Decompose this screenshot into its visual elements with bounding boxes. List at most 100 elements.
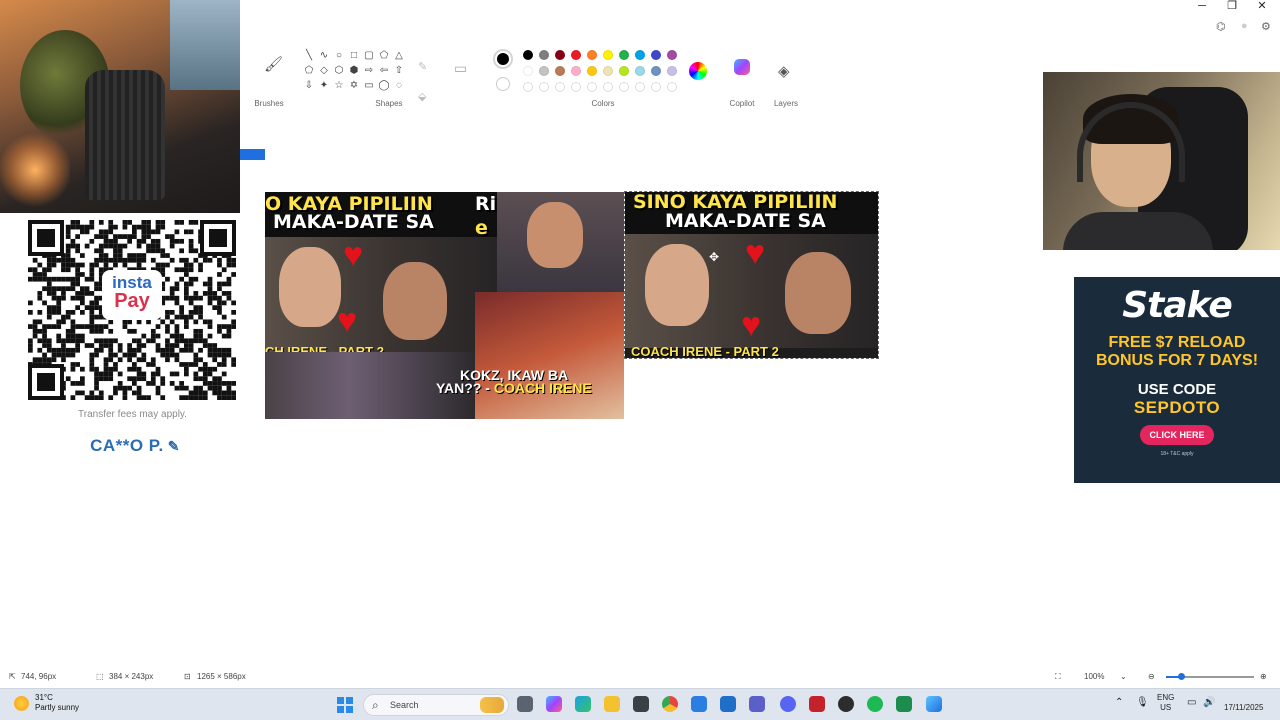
- color-swatch[interactable]: [635, 50, 645, 60]
- shape-item[interactable]: ⬠: [302, 63, 316, 78]
- shape-item[interactable]: ◯: [377, 78, 391, 93]
- color-swatch[interactable]: [587, 66, 597, 76]
- color-swatch[interactable]: [635, 66, 645, 76]
- color-swatch[interactable]: [523, 66, 533, 76]
- share-icon[interactable]: ⌬: [1216, 20, 1226, 33]
- shape-item[interactable]: ◌: [392, 78, 406, 93]
- color-swatch[interactable]: [667, 82, 677, 92]
- canvas-resize-icon[interactable]: ▭: [454, 60, 467, 77]
- color-swatch[interactable]: [539, 50, 549, 60]
- notepad-icon[interactable]: [896, 696, 912, 712]
- shape-item[interactable]: ⬢: [347, 63, 361, 78]
- color-swatch[interactable]: [667, 50, 677, 60]
- copilot-icon[interactable]: [734, 59, 750, 75]
- shape-item[interactable]: ╲: [302, 48, 316, 63]
- thumbnail-left[interactable]: O KAYA PIPILIIN MAKA-DATE SA Rin e ♥ ♥ C…: [265, 192, 624, 419]
- edit-colors-icon[interactable]: [689, 62, 707, 80]
- color-swatch[interactable]: [571, 82, 581, 92]
- account-icon[interactable]: ●: [1241, 20, 1248, 32]
- color-swatch[interactable]: [523, 50, 533, 60]
- color-swatch[interactable]: [587, 50, 597, 60]
- shape-item[interactable]: ∿: [317, 48, 331, 63]
- color-swatch[interactable]: [651, 82, 661, 92]
- discord-icon[interactable]: [780, 696, 796, 712]
- color-swatch[interactable]: [555, 66, 565, 76]
- shape-item[interactable]: ○: [332, 48, 346, 63]
- teams-icon[interactable]: [749, 696, 765, 712]
- color-swatch[interactable]: [603, 66, 613, 76]
- taskbar-search[interactable]: ⌕ Search: [363, 694, 509, 716]
- outlook-icon[interactable]: [691, 696, 707, 712]
- color-swatch[interactable]: [555, 50, 565, 60]
- chevron-up-icon[interactable]: ⌃: [1115, 698, 1123, 708]
- brush-icon[interactable]: 🖌: [264, 55, 283, 75]
- zoom-out-icon[interactable]: ⊖: [1148, 672, 1155, 681]
- shape-item[interactable]: ⬡: [332, 63, 346, 78]
- color-swatch[interactable]: [603, 50, 613, 60]
- zoom-slider[interactable]: [1166, 673, 1254, 680]
- shape-item[interactable]: ✦: [317, 78, 331, 93]
- ad-click-here-button[interactable]: CLICK HERE: [1140, 425, 1214, 445]
- thumbnail-right[interactable]: SINO KAYA PIPILIIN MAKA-DATE SA ♥ ♥ COAC…: [624, 191, 879, 359]
- color-swatch[interactable]: [571, 66, 581, 76]
- shape-item[interactable]: ☆: [332, 78, 346, 93]
- shape-item[interactable]: ⇧: [392, 63, 406, 78]
- shape-item[interactable]: ▢: [362, 48, 376, 63]
- edge-icon[interactable]: [575, 696, 591, 712]
- color-swatch[interactable]: [635, 82, 645, 92]
- fit-to-window-icon[interactable]: ⛶: [1055, 672, 1061, 682]
- language-indicator[interactable]: ENG US: [1157, 693, 1174, 713]
- color-swatch[interactable]: [619, 50, 629, 60]
- color-swatch[interactable]: [619, 66, 629, 76]
- color-swatch[interactable]: [587, 82, 597, 92]
- color-swatch[interactable]: [523, 82, 533, 92]
- store-icon[interactable]: [633, 696, 649, 712]
- close-button[interactable]: ✕: [1248, 0, 1276, 12]
- shape-item[interactable]: ✡: [347, 78, 361, 93]
- shape-item[interactable]: □: [347, 48, 361, 63]
- chevron-down-icon[interactable]: ⌄: [1120, 672, 1127, 681]
- color-swatch[interactable]: [571, 50, 581, 60]
- volume-icon[interactable]: 🔊: [1203, 698, 1215, 708]
- shape-item[interactable]: ⬠: [377, 48, 391, 63]
- secondary-color-button[interactable]: [496, 77, 510, 91]
- zoom-level[interactable]: 100%: [1084, 672, 1104, 681]
- stake-ad[interactable]: Stake FREE $7 RELOAD BONUS FOR 7 DAYS! U…: [1074, 277, 1280, 483]
- copilot-app-icon[interactable]: [546, 696, 562, 712]
- color-swatch[interactable]: [667, 66, 677, 76]
- paint-icon[interactable]: [926, 696, 942, 712]
- microphone-icon[interactable]: 🎙: [1136, 698, 1149, 708]
- minimize-button[interactable]: ─: [1188, 0, 1216, 12]
- shape-item[interactable]: ⇩: [302, 78, 316, 93]
- date[interactable]: 17/11/2025: [1224, 703, 1263, 713]
- obs-icon[interactable]: [838, 696, 854, 712]
- shape-item[interactable]: ⇨: [362, 63, 376, 78]
- spotify-icon[interactable]: [867, 696, 883, 712]
- shape-item[interactable]: ⇦: [377, 63, 391, 78]
- color-swatch[interactable]: [603, 82, 613, 92]
- shapes-gallery[interactable]: ╲ ∿ ○ □ ▢ ⬠ △ ⬠ ◇ ⬡ ⬢ ⇨ ⇦ ⇧ ⇩ ✦ ☆ ✡ ▭ ◯ ◌: [302, 48, 406, 98]
- adobe-icon[interactable]: [809, 696, 825, 712]
- shape-item[interactable]: △: [392, 48, 406, 63]
- color-swatch[interactable]: [651, 50, 661, 60]
- layers-icon[interactable]: ◈: [778, 62, 790, 80]
- restore-button[interactable]: ❐: [1218, 0, 1246, 12]
- primary-color-button[interactable]: [493, 49, 513, 69]
- zoom-slider-thumb[interactable]: [1178, 673, 1185, 680]
- color-swatch[interactable]: [555, 82, 565, 92]
- zoom-in-icon[interactable]: ⊕: [1260, 672, 1267, 681]
- chrome-icon[interactable]: [662, 696, 678, 712]
- color-swatch[interactable]: [539, 66, 549, 76]
- shape-item[interactable]: ▭: [362, 78, 376, 93]
- gear-icon[interactable]: ⚙: [1261, 20, 1271, 33]
- color-swatch[interactable]: [619, 82, 629, 92]
- shape-item[interactable]: ◇: [317, 63, 331, 78]
- start-button[interactable]: [337, 697, 353, 713]
- file-explorer-icon[interactable]: [604, 696, 620, 712]
- shape-outline-icon[interactable]: ✎ ⬙: [418, 52, 427, 112]
- remote-desktop-icon[interactable]: [720, 696, 736, 712]
- task-view-icon[interactable]: [517, 696, 533, 712]
- network-icon[interactable]: ▭: [1187, 698, 1196, 708]
- weather-widget[interactable]: 31°C Partly sunny: [14, 693, 79, 713]
- color-swatch[interactable]: [651, 66, 661, 76]
